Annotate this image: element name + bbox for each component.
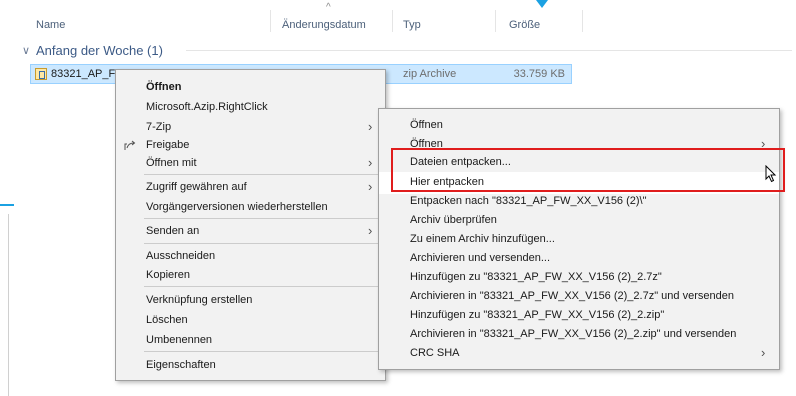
menu-item-label: Löschen <box>146 314 188 326</box>
column-divider[interactable] <box>270 10 271 32</box>
menu-item-label: Vorgängerversionen wiederherstellen <box>146 201 328 213</box>
sort-indicator-icon: ^ <box>326 2 331 13</box>
menu-separator <box>144 174 381 175</box>
menu-item-label: Hinzufügen zu "83321_AP_FW_XX_V156 (2)_2… <box>410 309 665 321</box>
menu-item-create-shortcut[interactable]: Verknüpfung erstellen <box>116 290 385 312</box>
menu-item-label: Eigenschaften <box>146 359 216 371</box>
group-header[interactable]: ∨ Anfang der Woche (1) <box>22 41 163 59</box>
group-divider <box>186 50 792 51</box>
chevron-right-icon: › <box>368 155 373 170</box>
menu-item-delete[interactable]: Löschen <box>116 310 385 332</box>
column-divider[interactable] <box>495 10 496 32</box>
menu-item-grant-access[interactable]: Zugriff gewähren auf › <box>116 177 385 199</box>
menu-item-label: Archiv überprüfen <box>410 214 497 226</box>
chevron-right-icon: › <box>368 179 373 194</box>
menu-item-label: CRC SHA <box>410 347 460 359</box>
chevron-down-icon[interactable]: ∨ <box>22 44 36 57</box>
column-divider[interactable] <box>392 10 393 32</box>
highlight-box <box>391 148 785 192</box>
share-icon <box>124 140 136 150</box>
menu-item-label: Zugriff gewähren auf <box>146 181 247 193</box>
context-menu: Öffnen Microsoft.Azip.RightClick 7-Zip ›… <box>115 69 386 381</box>
menu-item-label: 7-Zip <box>146 121 172 133</box>
menu-separator <box>144 243 381 244</box>
column-header-bar: ^ Name Änderungsdatum Typ Größe <box>0 0 796 34</box>
menu-item-send-to[interactable]: Senden an › <box>116 221 385 243</box>
menu-item-label: Verknüpfung erstellen <box>146 294 253 306</box>
menu-item-label: Entpacken nach "83321_AP_FW_XX_V156 (2)\… <box>410 195 647 207</box>
menu-item-open-with[interactable]: Öffnen mit › <box>116 153 385 175</box>
menu-separator <box>144 286 381 287</box>
menu-item-label: Zu einem Archiv hinzufügen... <box>410 233 555 245</box>
submenu-item-crc-sha[interactable]: CRC SHA › <box>379 343 779 365</box>
menu-item-label: Archivieren und versenden... <box>410 252 551 264</box>
column-divider[interactable] <box>582 10 583 32</box>
column-type[interactable]: Typ <box>403 19 421 31</box>
chevron-right-icon: › <box>368 223 373 238</box>
accent-marker <box>0 204 14 206</box>
group-title: Anfang der Woche (1) <box>36 42 163 58</box>
menu-separator <box>144 351 381 352</box>
menu-separator <box>144 218 381 219</box>
menu-item-label: Archivieren in "83321_AP_FW_XX_V156 (2)_… <box>410 328 737 340</box>
menu-item-label: Freigabe <box>146 139 190 151</box>
menu-item-copy[interactable]: Kopieren <box>116 265 385 287</box>
accent-marker <box>536 0 548 8</box>
column-modified[interactable]: Änderungsdatum <box>282 19 366 31</box>
menu-item-label: Öffnen <box>410 119 443 131</box>
menu-item-open[interactable]: Öffnen <box>116 77 385 99</box>
mouse-cursor-icon <box>765 165 777 183</box>
menu-item-label: Senden an <box>146 225 200 237</box>
menu-item-label: Umbenennen <box>146 334 213 346</box>
column-name[interactable]: Name <box>36 19 65 31</box>
zip-file-icon <box>35 68 47 80</box>
menu-item-properties[interactable]: Eigenschaften <box>116 355 385 377</box>
menu-item-label: Archivieren in "83321_AP_FW_XX_V156 (2)_… <box>410 290 734 302</box>
menu-item-rename[interactable]: Umbenennen <box>116 330 385 352</box>
menu-item-azip[interactable]: Microsoft.Azip.RightClick <box>116 97 385 119</box>
chevron-right-icon: › <box>368 119 373 134</box>
menu-item-label: Ausschneiden <box>146 250 216 262</box>
menu-item-label: Kopieren <box>146 269 191 281</box>
menu-item-label: Microsoft.Azip.RightClick <box>146 101 268 113</box>
chevron-right-icon: › <box>761 345 766 360</box>
column-size[interactable]: Größe <box>509 19 540 31</box>
menu-item-label: Öffnen mit <box>146 157 197 169</box>
file-type: zip Archive <box>403 68 457 80</box>
file-size: 33.759 KB <box>513 68 565 80</box>
menu-item-label: Öffnen <box>146 81 182 93</box>
menu-item-restore-versions[interactable]: Vorgängerversionen wiederherstellen <box>116 197 385 219</box>
pane-border <box>8 214 9 396</box>
menu-item-label: Hinzufügen zu "83321_AP_FW_XX_V156 (2)_2… <box>410 271 662 283</box>
